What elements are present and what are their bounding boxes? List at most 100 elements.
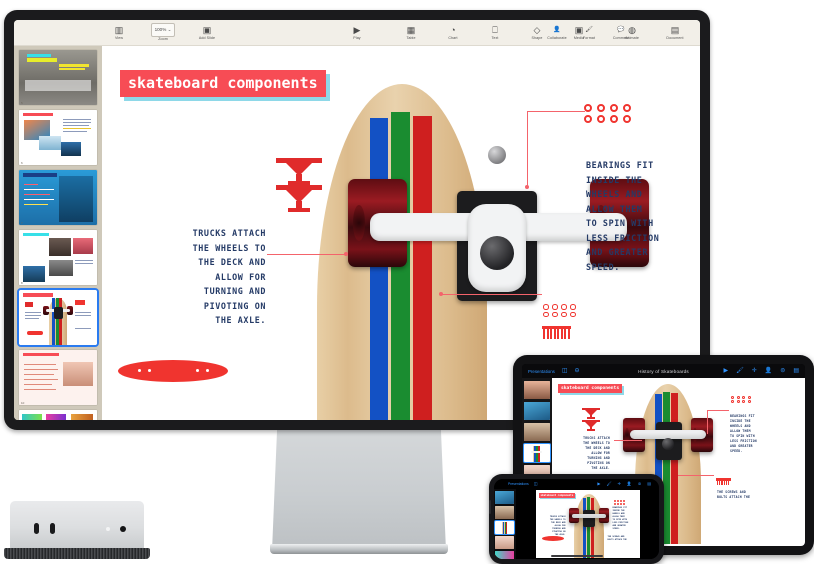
bearing-ring (597, 115, 605, 123)
add-slide-icon: ▣ (202, 25, 212, 35)
thumb-photo (524, 402, 550, 420)
iphone-screws-text[interactable]: THE SCREWS AND BOLTS ATTACH THE (608, 536, 636, 542)
usbc-port-2-icon (50, 523, 55, 534)
iphone-thumb-4[interactable] (495, 536, 514, 549)
ipad-bearings-graphic (731, 396, 752, 403)
slide-thumbnail-5[interactable]: 5 (19, 50, 97, 105)
thumb-photo (49, 260, 73, 276)
trucks-callout-text[interactable]: TRUCKS ATTACH THE WHEELS TO THE DECK AND… (126, 226, 266, 328)
iphone-thumb-1[interactable] (495, 491, 514, 504)
collaborate-icon: 👤 (553, 27, 561, 33)
play-icon[interactable]: ▶ (597, 482, 600, 486)
thumb-text-line (24, 204, 48, 205)
power-led-icon (106, 527, 110, 531)
leader-line-bearings-v (527, 111, 528, 187)
format-brush-icon[interactable]: 🖌 (606, 482, 611, 486)
thumb-band (59, 64, 89, 67)
ipad-thumb-2[interactable] (524, 402, 550, 420)
text-button[interactable]: ⎕ Text (480, 25, 510, 41)
keynote-toolbar: ▥ View 100% ⌄ Zoom ▣ Add Slide ▶ Play ▦ … (14, 20, 700, 46)
leader-line-screws (442, 294, 542, 295)
bolts-graphic (542, 326, 571, 339)
deck-graphic (118, 360, 228, 382)
thumb-text-line (63, 131, 87, 132)
document-label: Document (666, 35, 684, 40)
ipad-thumb-4[interactable] (523, 443, 551, 463)
iphone-toolbar-right: ▶ 🖌 ✛ 👤 ⊜ ▤ (597, 482, 651, 486)
thumb-text-line (24, 389, 56, 390)
sidebar-toggle-icon[interactable]: ◫ (534, 482, 538, 486)
truck-pivot-nut (488, 146, 506, 164)
iphone-bearings-graphic (613, 500, 626, 505)
table-button[interactable]: ▦ Table (396, 25, 426, 41)
iphone-back-button[interactable]: Presentations (508, 482, 529, 486)
collaborate-button[interactable]: 👤 Collaborate (537, 25, 577, 41)
text-label: Text (491, 35, 499, 40)
thumb-band (23, 173, 57, 177)
add-slide-button[interactable]: ▣ Add Slide (192, 25, 222, 41)
thumb-band (59, 68, 85, 70)
ipad-stripe-green (663, 392, 670, 544)
insert-icon[interactable]: ✛ (618, 482, 621, 486)
bearing-ring (623, 115, 631, 123)
thumb-baseplate (54, 307, 63, 319)
iphone-trucks-text[interactable]: TRUCKS ATTACH THE WHEELS TO THE DECK AND… (540, 516, 566, 537)
ipad-kingpin (662, 438, 674, 450)
slide-thumbnail-10[interactable]: 10 (19, 350, 97, 405)
bearing-ring (613, 502, 616, 505)
iphone-slide-navigator[interactable] (494, 489, 516, 559)
slide-navigator[interactable]: 5 6 7 8 9 10 (14, 46, 102, 420)
iphone-thumb-3[interactable] (494, 520, 515, 535)
iphone-slide-title[interactable]: skateboard components (538, 493, 576, 498)
slide-thumbnail-7[interactable]: 7 (19, 170, 97, 225)
ipad-trucks-text[interactable]: TRUCKS ATTACH THE WHEELS TO THE DECK AND… (558, 436, 610, 471)
play-button[interactable]: ▶ Play (342, 25, 372, 41)
ipad-slide-title[interactable]: skateboard components (558, 384, 623, 393)
collaborate-icon[interactable]: 👤 (627, 482, 632, 486)
iphone-bearings-text[interactable]: BEARINGS FIT INSIDE THE WHEELS AND ALLOW… (613, 507, 637, 531)
comment-button[interactable]: 💬 Comment (606, 25, 636, 41)
thumb-text-line (24, 189, 54, 190)
thumb-photo (495, 536, 514, 549)
zoom-button[interactable]: 100% ⌄ Zoom (146, 23, 180, 42)
thumb-text-line (24, 199, 54, 200)
ipad-bearings-text[interactable]: BEARINGS FIT INSIDE THE WHEELS AND ALLOW… (730, 414, 782, 454)
thumb-deck-art (22, 414, 42, 420)
slide-title[interactable]: skateboard components (120, 70, 326, 97)
ipad-leader-trucks (614, 440, 642, 441)
thumb-band (23, 233, 49, 236)
view-button[interactable]: ▥ View (104, 25, 134, 41)
thumb-text-line (75, 260, 93, 261)
slide-thumbnail-8[interactable]: 8 (19, 230, 97, 285)
bearing-ring (619, 500, 622, 502)
iphone-thumb-5[interactable] (495, 551, 514, 559)
ipad-thumb-1[interactable] (524, 381, 550, 399)
deck-graphic-dot (196, 369, 199, 372)
iphone-screen: Presentations ◫ ▶ 🖌 ✛ 👤 ⊜ ▤ skateboard c… (494, 479, 659, 559)
nut (552, 311, 558, 317)
thumb-nuts (75, 300, 85, 305)
more-icon[interactable]: ⊜ (638, 482, 641, 486)
home-indicator (550, 555, 603, 557)
slide-thumbnail-11[interactable]: 11 (19, 410, 97, 420)
leader-line-trucks (267, 254, 347, 255)
slide-number: 7 (21, 221, 23, 225)
slide-thumbnail-9[interactable]: 9 (17, 288, 99, 347)
document-icon[interactable]: ▤ (647, 482, 651, 486)
iphone-thumb-2[interactable] (495, 506, 514, 519)
bearing-ring (742, 396, 745, 399)
truck-kingpin (480, 236, 514, 270)
bearing-ring (747, 396, 751, 399)
thumb-photo (524, 423, 550, 441)
thumb-text-line (75, 328, 91, 329)
document-button[interactable]: ▤ Document (660, 25, 690, 41)
chart-button[interactable]: ◔ Chart (438, 25, 468, 41)
slide-number: 6 (21, 161, 23, 165)
text-icon: ⎕ (492, 25, 498, 35)
iphone-current-slide[interactable]: skateboard components TRUCKS ATTACH THE … (535, 490, 640, 558)
thumb-photo (73, 238, 93, 254)
bearings-callout-text[interactable]: BEARINGS FIT INSIDE THE WHEELS AND ALLOW… (586, 158, 700, 274)
ipad-screws-text[interactable]: THE SCREWS AND BOLTS ATTACH THE (717, 490, 773, 500)
slide-thumbnail-6[interactable]: 6 (19, 110, 97, 165)
ipad-thumb-3[interactable] (524, 423, 550, 441)
